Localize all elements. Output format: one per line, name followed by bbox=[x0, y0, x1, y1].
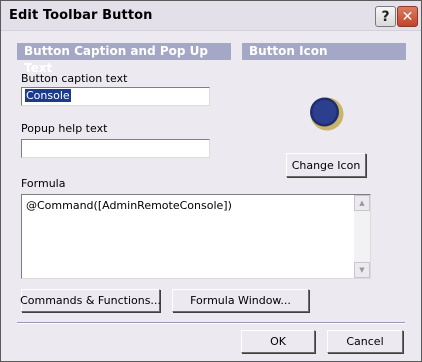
help-button[interactable]: ? bbox=[375, 6, 396, 27]
formula-label: Formula bbox=[21, 177, 66, 190]
caption-label: Button caption text bbox=[21, 72, 128, 85]
scroll-down-arrow-icon[interactable]: ▼ bbox=[354, 262, 370, 278]
popup-help-input[interactable] bbox=[21, 139, 210, 158]
caption-section-header: Button Caption and Pop Up Text bbox=[17, 43, 231, 75]
formula-window-button[interactable]: Formula Window... bbox=[172, 289, 309, 312]
dialog-title: Edit Toolbar Button bbox=[9, 8, 153, 23]
button-icon-preview bbox=[310, 97, 344, 131]
scroll-up-arrow-icon[interactable]: ▲ bbox=[354, 195, 370, 211]
caption-value: Console bbox=[25, 89, 71, 102]
close-icon: ✕ bbox=[401, 8, 414, 25]
close-button[interactable]: ✕ bbox=[397, 6, 418, 27]
formula-editor[interactable]: @Command([AdminRemoteConsole]) ▲ ▼ bbox=[21, 194, 371, 279]
commands-functions-button[interactable]: Commands & Functions... bbox=[20, 289, 161, 312]
edit-toolbar-button-dialog: Edit Toolbar Button ? ✕ Button Caption a… bbox=[0, 0, 422, 362]
cancel-button[interactable]: Cancel bbox=[327, 330, 403, 353]
ok-button[interactable]: OK bbox=[241, 330, 315, 353]
caption-input[interactable]: Console bbox=[21, 87, 210, 106]
separator bbox=[17, 322, 405, 324]
title-bar[interactable]: Edit Toolbar Button ? ✕ bbox=[1, 1, 421, 31]
icon-section-header: Button Icon bbox=[242, 43, 406, 60]
popup-help-label: Popup help text bbox=[21, 122, 108, 135]
help-icon: ? bbox=[381, 8, 390, 25]
formula-scrollbar[interactable]: ▲ ▼ bbox=[354, 195, 370, 278]
formula-text: @Command([AdminRemoteConsole]) bbox=[26, 199, 232, 212]
change-icon-button[interactable]: Change Icon bbox=[286, 153, 366, 177]
